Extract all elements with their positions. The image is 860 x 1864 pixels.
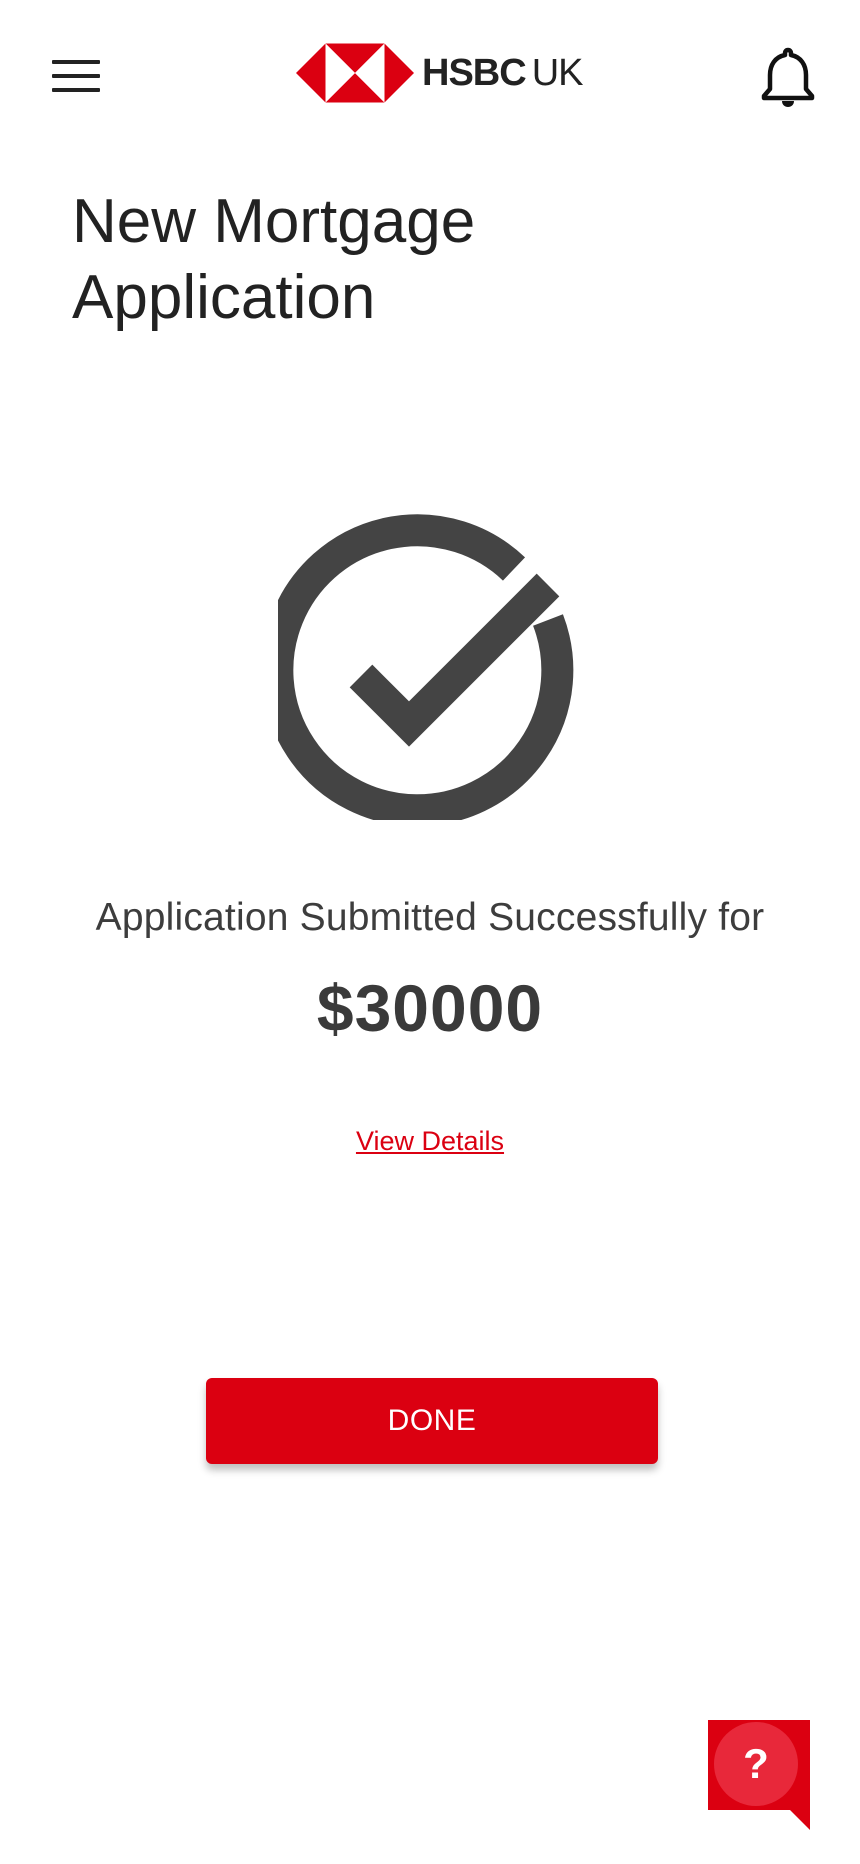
success-message: Application Submitted Successfully for	[95, 896, 765, 939]
help-label: ?	[743, 1740, 769, 1787]
done-button[interactable]: DONE	[206, 1378, 658, 1464]
hsbc-hexagon-logo-icon	[296, 43, 414, 103]
application-amount: $30000	[316, 971, 544, 1045]
page-title: New Mortgage Application	[72, 187, 476, 332]
brand-region-text: UK	[531, 52, 584, 94]
hamburger-menu-icon[interactable]	[48, 56, 104, 96]
view-details-link[interactable]: View Details	[356, 1126, 504, 1156]
help-chat-icon[interactable]: ?	[702, 1718, 816, 1832]
view-details-container: View Details	[0, 1126, 860, 1157]
bell-icon[interactable]	[760, 46, 816, 108]
brand-name-text: HSBC	[422, 52, 527, 94]
check-circle-icon	[278, 514, 574, 820]
brand-name: HSBC UK	[422, 52, 584, 94]
brand-logo: HSBC UK	[296, 40, 584, 106]
top-bar: HSBC UK	[0, 0, 860, 150]
